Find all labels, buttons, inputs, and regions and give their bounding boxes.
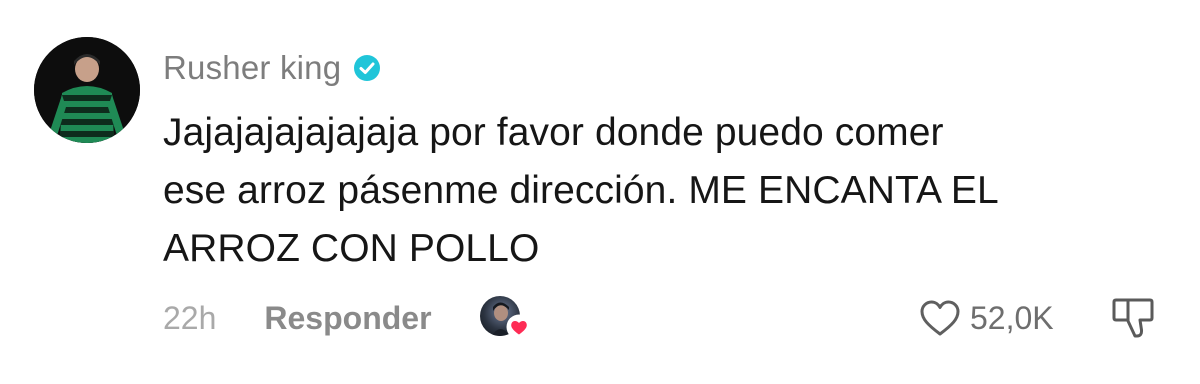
thumbs-down-icon: [1112, 298, 1154, 338]
verified-badge-icon: [353, 54, 381, 82]
timestamp: 22h: [163, 299, 217, 336]
dislike-button[interactable]: [1110, 294, 1156, 342]
heart-outline-icon: [920, 300, 960, 336]
creator-liked-indicator: [479, 292, 536, 344]
like-button[interactable]: 52,0K: [918, 292, 1054, 344]
comment-meta: 22h Responder: [163, 292, 536, 344]
comment-item: Rusher king Jajajajajajajaja por favor d…: [0, 0, 1200, 384]
comment-text: Jajajajajajajaja por favor donde puedo c…: [163, 111, 999, 270]
username[interactable]: Rusher king: [163, 49, 341, 87]
username-row: Rusher king: [163, 46, 381, 90]
reply-button[interactable]: Responder: [264, 300, 431, 337]
creator-heart-icon: [506, 314, 532, 340]
user-avatar[interactable]: [34, 37, 140, 143]
like-count: 52,0K: [970, 299, 1054, 336]
